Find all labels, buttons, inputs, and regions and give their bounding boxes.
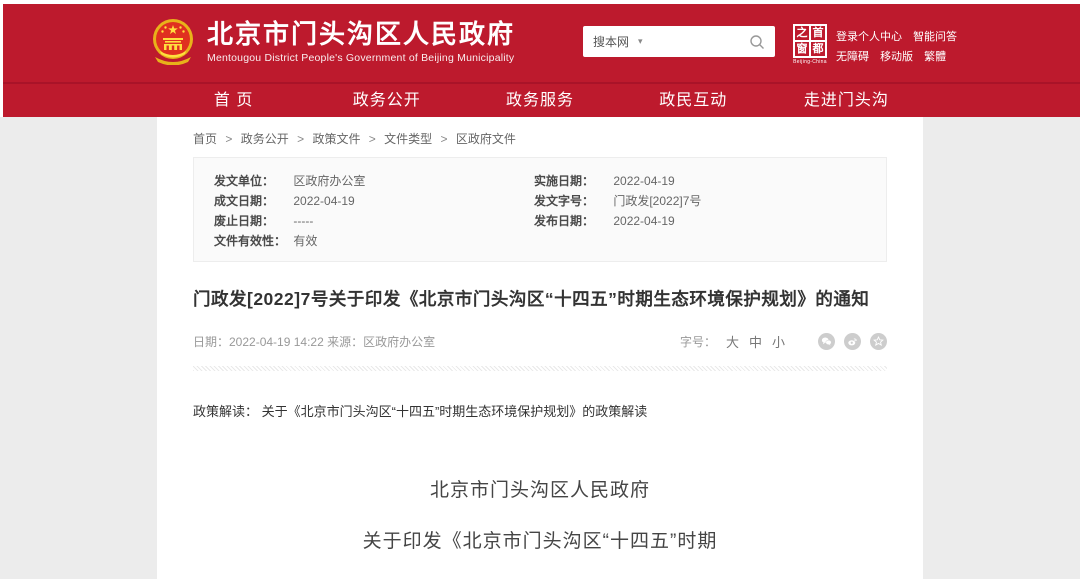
favorite-star-icon[interactable]	[870, 333, 887, 350]
portal-char: 窗	[794, 41, 810, 57]
portal-caption: Beijing-China	[793, 59, 827, 65]
meta-column-left: 发文单位： 区政府办公室 成文日期： 2022-04-19 废止日期： ----…	[214, 171, 534, 251]
page: 北京市门头沟区人民政府 Mentougou District People's …	[0, 0, 1080, 579]
meta-row-repeal-date: 废止日期： -----	[214, 211, 534, 231]
breadcrumb-gov-affairs[interactable]: 政务公开	[241, 132, 289, 146]
capital-window-grid: 之 首 窗 都	[793, 24, 827, 58]
font-size-small-button[interactable]: 小	[772, 332, 785, 351]
nav-item-about-mentougou[interactable]: 走进门头沟	[770, 84, 923, 117]
site-title: 北京市门头沟区人民政府	[207, 19, 515, 49]
breadcrumb-separator: >	[225, 132, 232, 146]
portal-char: 之	[794, 25, 810, 41]
search-scope-label: 搜本网	[593, 33, 629, 50]
meta-row-issuing-unit: 发文单位： 区政府办公室	[214, 171, 534, 191]
weibo-share-icon[interactable]	[844, 333, 861, 350]
traditional-chinese-link[interactable]: 繁體	[924, 51, 946, 63]
font-size-medium-button[interactable]: 中	[749, 332, 762, 351]
national-emblem-icon	[152, 17, 194, 65]
breadcrumb-separator: >	[297, 132, 304, 146]
meta-column-right: 实施日期： 2022-04-19 发文字号： 门政发[2022]7号 发布日期：…	[534, 171, 866, 251]
top-links-row1: 登录个人中心 智能问答	[836, 27, 965, 47]
breadcrumb-doc-type[interactable]: 文件类型	[384, 132, 432, 146]
document-body-line: 关于印发《北京市门头沟区“十四五”时期	[193, 529, 887, 554]
meta-label: 成文日期：	[214, 191, 290, 211]
date-source-text: 日期：2022-04-19 14:22 来源：区政府办公室	[193, 333, 435, 350]
font-size-large-button[interactable]: 大	[726, 332, 739, 351]
document-meta-box: 发文单位： 区政府办公室 成文日期： 2022-04-19 废止日期： ----…	[193, 157, 887, 262]
meta-row-validity: 文件有效性： 有效	[214, 231, 534, 251]
share-icons	[809, 333, 887, 350]
meta-value: 2022-04-19	[613, 214, 674, 228]
portal-char: 首	[810, 25, 826, 41]
nav-item-interaction[interactable]: 政民互动	[617, 84, 770, 117]
policy-interpretation-row: 政策解读： 关于《北京市门头沟区“十四五”时期生态环境保护规划》的政策解读	[193, 401, 887, 420]
meta-row-doc-number: 发文字号： 门政发[2022]7号	[534, 191, 866, 211]
breadcrumb-separator: >	[441, 132, 448, 146]
meta-label: 发文字号：	[534, 191, 610, 211]
breadcrumb-district-docs[interactable]: 区政府文件	[456, 132, 516, 146]
nav-item-gov-affairs[interactable]: 政务公开	[310, 84, 463, 117]
search-box[interactable]: 搜本网 ▾	[583, 26, 775, 57]
brand-text: 北京市门头沟区人民政府 Mentougou District People's …	[207, 19, 515, 64]
policy-interpretation-link[interactable]: 关于《北京市门头沟区“十四五”时期生态环境保护规划》的政策解读	[262, 404, 648, 419]
header-red-block: 北京市门头沟区人民政府 Mentougou District People's …	[3, 4, 1080, 117]
meta-value: -----	[293, 214, 313, 228]
search-icon[interactable]	[749, 34, 765, 50]
meta-label: 废止日期：	[214, 211, 290, 231]
document-body-line: 北京市门头沟区人民政府	[193, 478, 887, 503]
capital-window-logo[interactable]: 之 首 窗 都 Beijing-China	[793, 24, 827, 65]
body-region: 首页 > 政务公开 > 政策文件 > 文件类型 > 区政府文件 发文单位： 区政…	[0, 117, 1080, 579]
login-link[interactable]: 登录个人中心	[836, 31, 902, 43]
content-column: 首页 > 政务公开 > 政策文件 > 文件类型 > 区政府文件 发文单位： 区政…	[157, 117, 923, 579]
date-row-controls: 字号： 大 中 小	[680, 332, 887, 351]
meta-value: 2022-04-19	[613, 174, 674, 188]
meta-value: 门政发[2022]7号	[613, 194, 701, 208]
page-title: 门政发[2022]7号关于印发《北京市门头沟区“十四五”时期生态环境保护规划》的…	[193, 286, 887, 311]
breadcrumb: 首页 > 政务公开 > 政策文件 > 文件类型 > 区政府文件	[193, 130, 887, 147]
top-region: 北京市门头沟区人民政府 Mentougou District People's …	[0, 0, 1080, 117]
accessibility-link[interactable]: 无障碍	[836, 51, 869, 63]
policy-interpretation-label: 政策解读：	[193, 404, 258, 419]
meta-value: 有效	[293, 234, 317, 248]
nav-item-home[interactable]: 首 页	[157, 84, 310, 117]
search-scope-selector[interactable]: 搜本网 ▾	[593, 33, 643, 50]
date-row: 日期：2022-04-19 14:22 来源：区政府办公室 字号： 大 中 小	[193, 332, 887, 351]
nav-item-gov-services[interactable]: 政务服务	[463, 84, 616, 117]
top-links: 登录个人中心 智能问答 无障碍 移动版 繁體	[836, 27, 965, 67]
main-nav: 首 页 政务公开 政务服务 政民互动 走进门头沟	[3, 82, 1080, 117]
chevron-down-icon: ▾	[638, 36, 643, 47]
mobile-version-link[interactable]: 移动版	[880, 51, 913, 63]
meta-row-publish-date: 发布日期： 2022-04-19	[534, 211, 866, 231]
breadcrumb-separator: >	[369, 132, 376, 146]
meta-row-written-date: 成文日期： 2022-04-19	[214, 191, 534, 211]
meta-label: 实施日期：	[534, 171, 610, 191]
meta-row-implement-date: 实施日期： 2022-04-19	[534, 171, 866, 191]
meta-label: 发文单位：	[214, 171, 290, 191]
hatched-divider	[193, 366, 887, 371]
meta-value: 区政府办公室	[293, 174, 365, 188]
top-links-row2: 无障碍 移动版 繁體	[836, 47, 965, 67]
smart-qa-link[interactable]: 智能问答	[913, 31, 957, 43]
site-header: 北京市门头沟区人民政府 Mentougou District People's …	[3, 4, 1080, 82]
document-body: 北京市门头沟区人民政府 关于印发《北京市门头沟区“十四五”时期 生态环境保护规划…	[193, 478, 887, 579]
breadcrumb-home[interactable]: 首页	[193, 132, 217, 146]
meta-label: 发布日期：	[534, 211, 610, 231]
font-size-label: 字号：	[680, 333, 716, 350]
wechat-share-icon[interactable]	[818, 333, 835, 350]
site-brand[interactable]: 北京市门头沟区人民政府 Mentougou District People's …	[152, 17, 515, 65]
portal-char: 都	[810, 41, 826, 57]
breadcrumb-policy-docs[interactable]: 政策文件	[312, 132, 360, 146]
nav-inner: 首 页 政务公开 政务服务 政民互动 走进门头沟	[157, 84, 923, 117]
meta-value: 2022-04-19	[293, 194, 354, 208]
site-subtitle: Mentougou District People's Government o…	[207, 52, 515, 64]
meta-label: 文件有效性：	[214, 231, 290, 251]
